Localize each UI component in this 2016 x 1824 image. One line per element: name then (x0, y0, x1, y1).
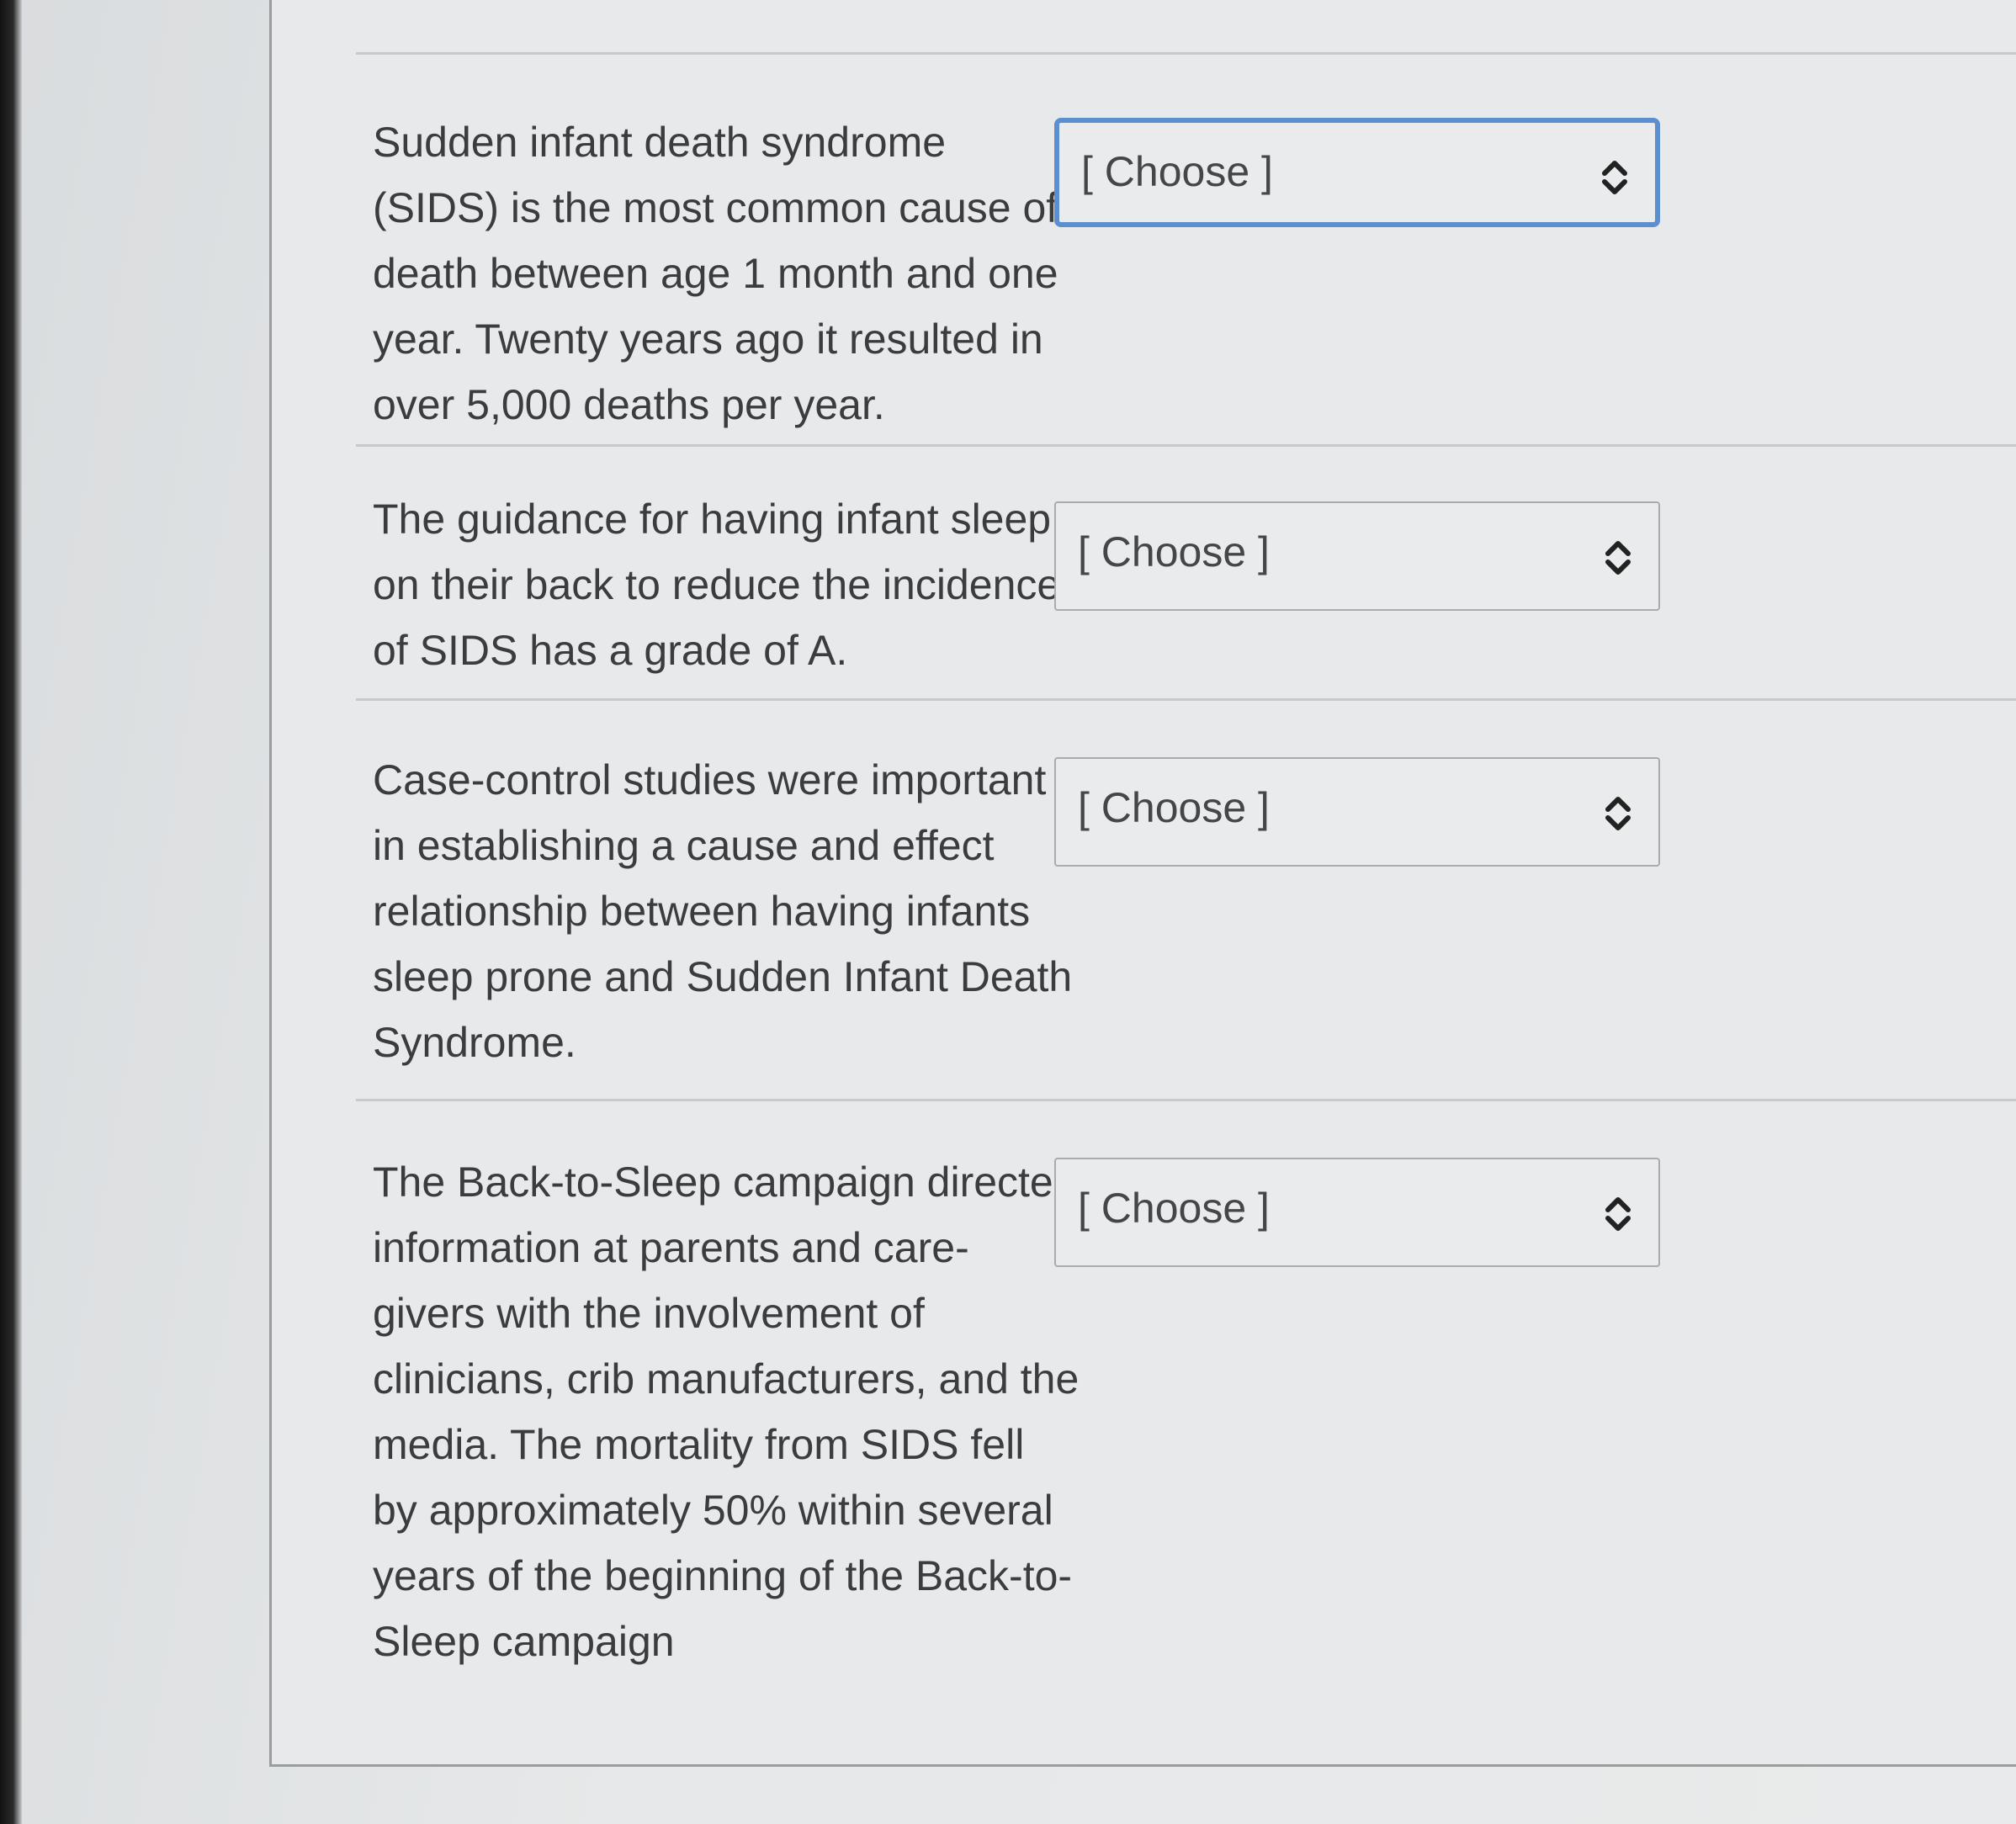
divider (356, 698, 2016, 701)
question-2-select[interactable]: [ Choose ] (1054, 501, 1660, 611)
chevron-up-down-icon (1605, 541, 1631, 575)
divider (356, 1099, 2016, 1101)
select-value: [ Choose ] (1078, 1185, 1270, 1232)
screen: Sudden infant death syndrome (SIDS) is t… (0, 0, 2016, 1824)
question-1-select[interactable]: [ Choose ] (1054, 118, 1660, 227)
device-bezel (0, 0, 22, 1824)
chevron-up-down-icon (1602, 161, 1627, 194)
select-value: [ Choose ] (1078, 784, 1270, 831)
question-4-select[interactable]: [ Choose ] (1054, 1158, 1660, 1267)
question-3-select[interactable]: [ Choose ] (1054, 757, 1660, 867)
chevron-up-down-icon (1605, 1197, 1631, 1231)
select-value: [ Choose ] (1078, 528, 1270, 575)
quiz-panel: Sudden infant death syndrome (SIDS) is t… (269, 0, 2016, 1767)
select-value: [ Choose ] (1081, 148, 1273, 195)
divider (356, 52, 2016, 55)
question-3-text: Case-control studies were important in e… (373, 756, 1073, 1066)
question-1-text: Sudden infant death syndrome (SIDS) is t… (373, 119, 1058, 428)
chevron-up-down-icon (1605, 797, 1631, 830)
question-4-text: The Back-to-Sleep campaign directed info… (373, 1159, 1080, 1665)
divider (356, 444, 2016, 447)
question-2-text: The guidance for having infant sleep on … (373, 496, 1061, 674)
